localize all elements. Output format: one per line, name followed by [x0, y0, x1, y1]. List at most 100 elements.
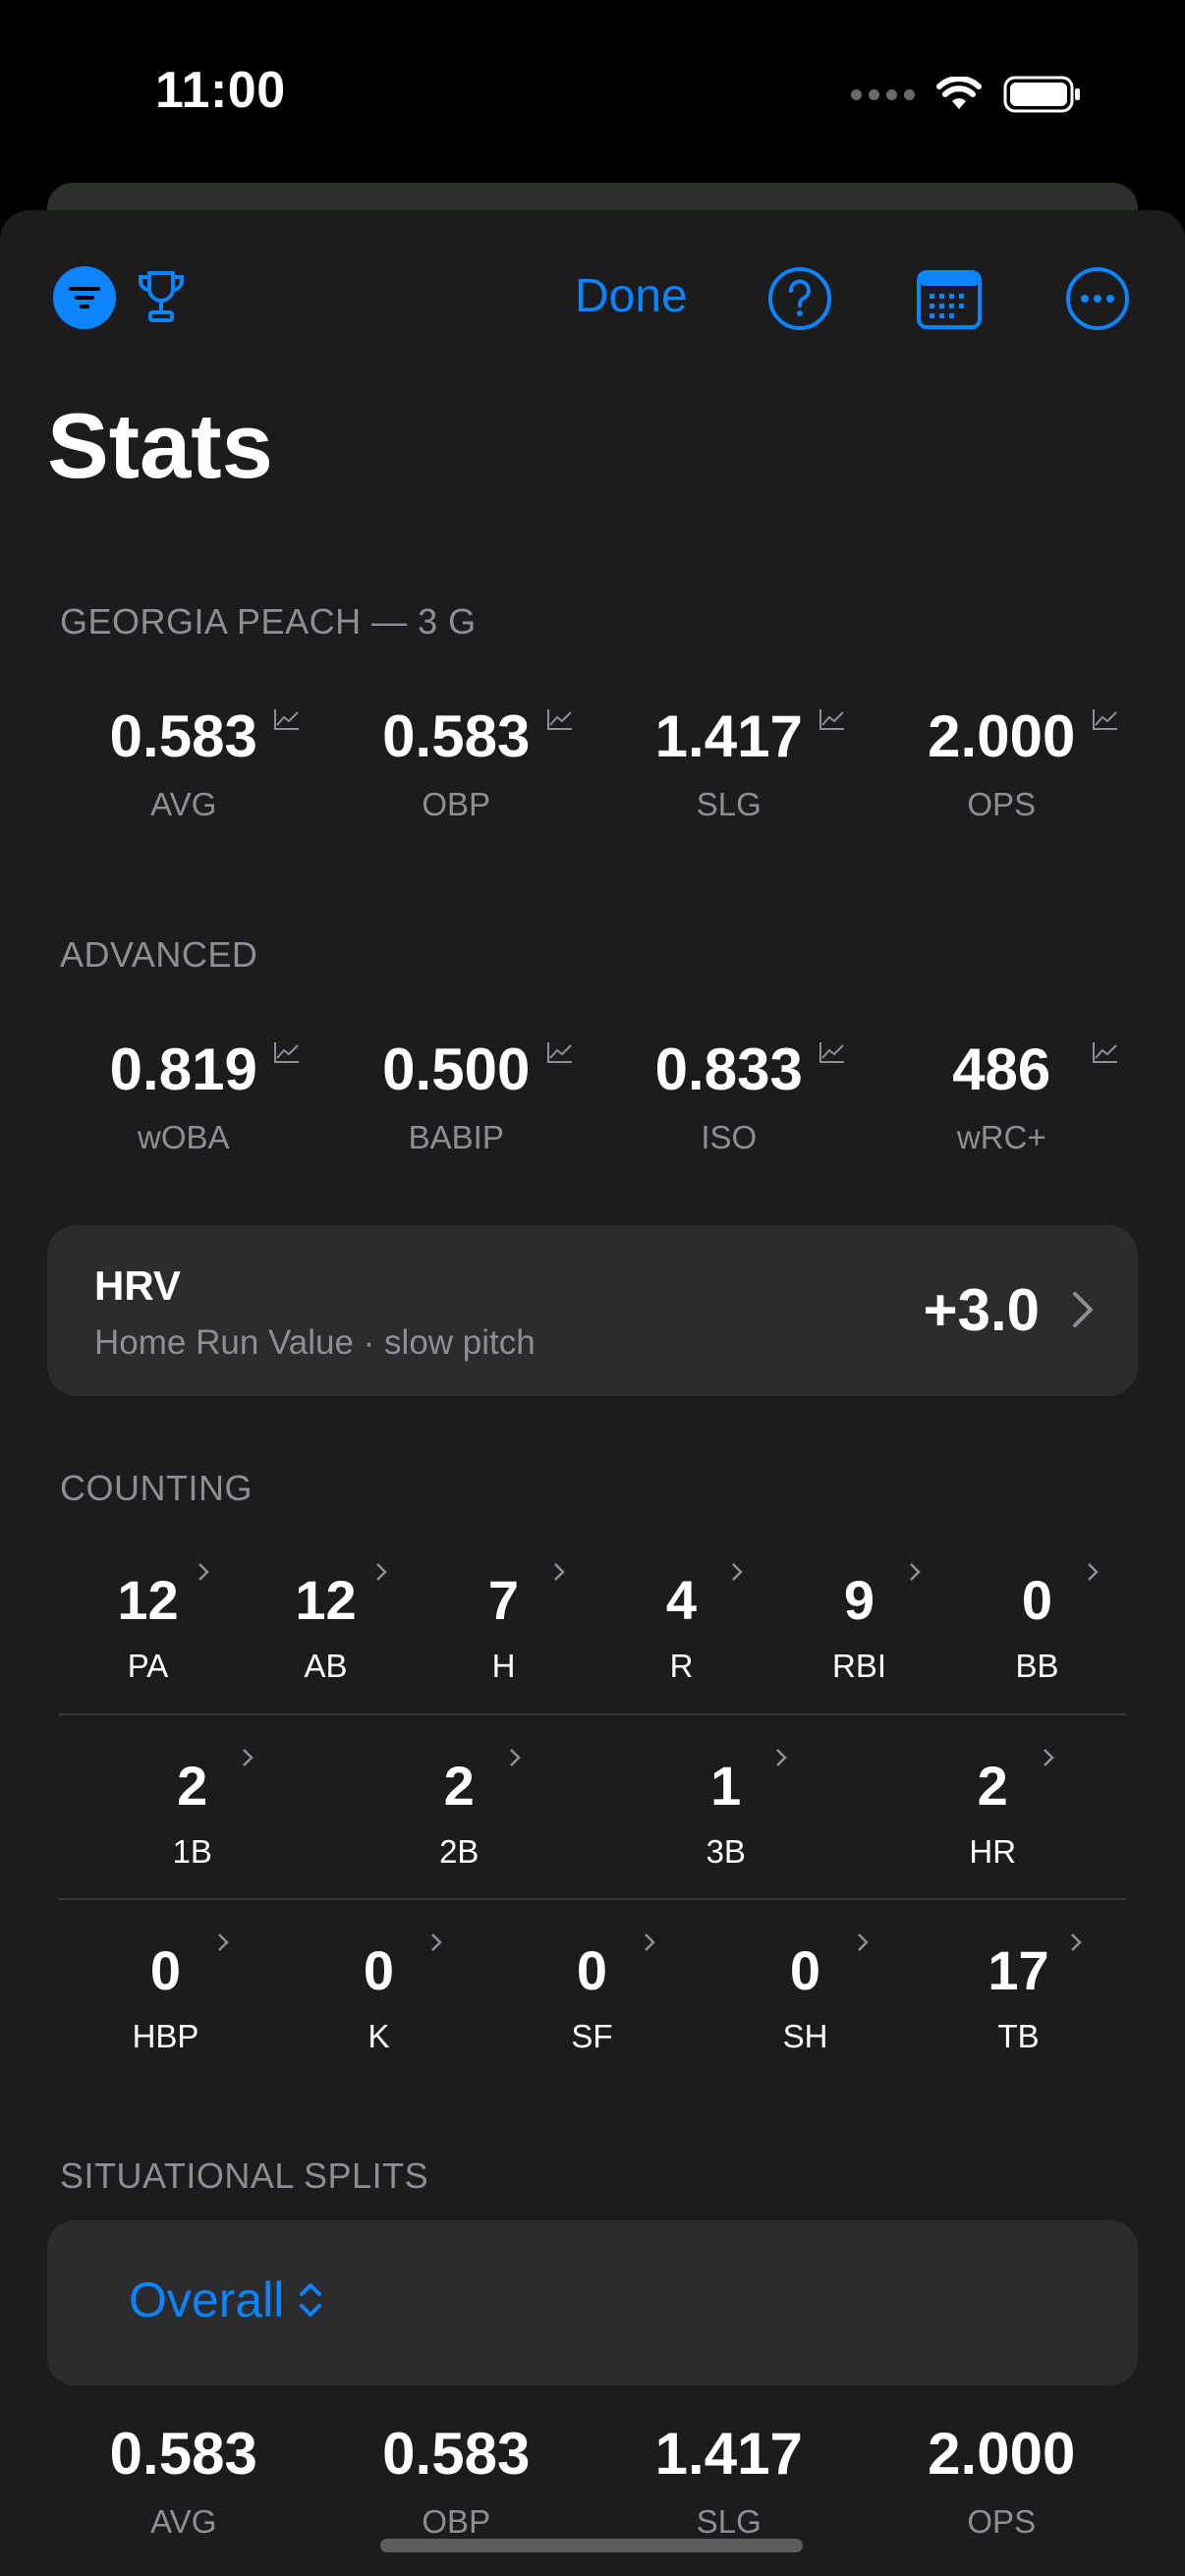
stat-caption: BABIP: [408, 1119, 504, 1155]
section-label-team: GEORGIA PEACH — 3 G: [60, 601, 477, 642]
hrv-card[interactable]: HRV Home Run Value · slow pitch +3.0: [47, 1225, 1138, 1396]
stat-caption: ISO: [701, 1119, 758, 1155]
status-bar: 11:00: [0, 0, 1185, 187]
trend-icon: [1092, 709, 1117, 730]
hrv-title: HRV: [94, 1262, 181, 1309]
help-icon[interactable]: [767, 266, 832, 331]
trend-icon: [819, 709, 844, 730]
stat-h[interactable]: 7 H: [415, 1563, 592, 1685]
chevron-right-icon: [554, 1563, 565, 1581]
stat-caption: R: [669, 1648, 694, 1684]
stat-caption: HBP: [132, 2018, 199, 2054]
stat-value: 0.583: [109, 2421, 257, 2487]
stat-babip[interactable]: 0.500 BABIP: [320, 1040, 593, 1188]
split-stat-ops: 2.000 OPS: [866, 2425, 1139, 2572]
stat-caption: BB: [1015, 1648, 1059, 1684]
advanced-stats: 0.819 wOBA 0.500 BABIP 0.833 ISO 486 wRC…: [47, 1040, 1138, 1188]
stat-value: 1: [710, 1755, 742, 1817]
stat-pa[interactable]: 12 PA: [59, 1563, 237, 1685]
stat-caption: 3B: [705, 1833, 746, 1870]
stat-rbi[interactable]: 9 RBI: [770, 1563, 948, 1685]
trend-icon: [1092, 1042, 1117, 1063]
row-divider: [59, 1898, 1126, 1900]
counting-row-2: 2 1B 2 2B 1 3B 2 HR: [59, 1749, 1127, 1871]
trend-icon: [546, 709, 572, 730]
stat-r[interactable]: 4 R: [592, 1563, 770, 1685]
split-stat-avg: 0.583 AVG: [47, 2425, 320, 2572]
battery-icon: [1003, 76, 1080, 113]
home-indicator[interactable]: [380, 2539, 803, 2552]
stat-value: 1.417: [654, 2421, 803, 2487]
chevron-up-down-icon: [300, 2283, 322, 2317]
splits-picker[interactable]: Overall: [129, 2271, 325, 2328]
filter-icon: [69, 287, 100, 308]
stat-caption: wRC+: [956, 1119, 1046, 1155]
stat-tb[interactable]: 17 TB: [912, 1933, 1125, 2055]
trend-icon: [546, 1042, 572, 1063]
chevron-right-icon: [218, 1933, 229, 1951]
stat-caption: AVG: [150, 2503, 217, 2540]
trophy-icon[interactable]: [136, 267, 187, 326]
stat-sh[interactable]: 0 SH: [699, 1933, 912, 2055]
section-label-advanced: ADVANCED: [60, 934, 258, 975]
stat-ops[interactable]: 2.000 OPS: [866, 707, 1139, 855]
chevron-right-icon: [776, 1749, 787, 1766]
stat-2b[interactable]: 2 2B: [326, 1749, 593, 1871]
stat-iso[interactable]: 0.833 ISO: [592, 1040, 866, 1188]
counting-row-3: 0 HBP 0 K 0 SF 0 SH 17 TB: [59, 1933, 1126, 2055]
stat-caption: TB: [997, 2018, 1040, 2054]
stat-value: 17: [988, 1939, 1049, 2001]
splits-card: Overall: [47, 2220, 1138, 2385]
stat-sf[interactable]: 0 SF: [485, 1933, 699, 2055]
stat-value: 0: [363, 1939, 395, 2001]
section-label-splits: SITUATIONAL SPLITS: [60, 2156, 429, 2196]
page-title: Stats: [47, 394, 273, 497]
hrv-value: +3.0: [923, 1277, 1040, 1343]
stat-slg[interactable]: 1.417 SLG: [592, 707, 866, 855]
trend-icon: [819, 1042, 844, 1063]
stat-caption: OBP: [422, 786, 491, 822]
wifi-icon: [936, 77, 982, 109]
stat-1b[interactable]: 2 1B: [59, 1749, 326, 1871]
filter-button[interactable]: [53, 266, 116, 329]
more-icon[interactable]: [1065, 266, 1130, 331]
stat-caption: PA: [127, 1648, 169, 1684]
stat-caption: OPS: [967, 2503, 1037, 2540]
stat-hbp[interactable]: 0 HBP: [59, 1933, 272, 2055]
chevron-right-icon: [509, 1749, 521, 1766]
stat-value: 0: [789, 1939, 821, 2001]
stat-caption: 1B: [172, 1833, 212, 1870]
stat-woba[interactable]: 0.819 wOBA: [47, 1040, 320, 1188]
stat-value: 2: [177, 1755, 208, 1817]
stat-obp[interactable]: 0.583 OBP: [320, 707, 593, 855]
chevron-right-icon: [1071, 1933, 1082, 1951]
chevron-right-icon: [910, 1563, 921, 1581]
stat-value: 0: [149, 1939, 182, 2001]
chevron-right-icon: [243, 1749, 254, 1766]
stat-hr[interactable]: 2 HR: [860, 1749, 1127, 1871]
stat-avg[interactable]: 0.583 AVG: [47, 707, 320, 855]
stats-sheet: Done Stats GEORGIA PEACH — 3 G 0.583 AVG: [0, 210, 1185, 2576]
stat-caption: AB: [304, 1648, 348, 1684]
calendar-icon[interactable]: [916, 266, 983, 331]
stat-k[interactable]: 0 K: [272, 1933, 485, 2055]
stat-caption: K: [367, 2018, 390, 2054]
stat-ab[interactable]: 12 AB: [237, 1563, 415, 1685]
stat-caption: HR: [969, 1833, 1017, 1870]
team-stats: 0.583 AVG 0.583 OBP 1.417 SLG 2.000 OPS: [47, 707, 1138, 855]
stat-3b[interactable]: 1 3B: [592, 1749, 860, 1871]
stat-wrc-plus[interactable]: 486 wRC+: [866, 1040, 1139, 1188]
chevron-right-icon: [1043, 1749, 1054, 1766]
stat-value: 2: [443, 1755, 475, 1817]
stat-caption: SF: [571, 2018, 613, 2054]
stat-bb[interactable]: 0 BB: [948, 1563, 1126, 1685]
counting-row-1: 12 PA 12 AB 7 H 4 R 9 RBI 0 BB: [59, 1563, 1126, 1685]
row-divider: [59, 1713, 1126, 1715]
stat-value: 0: [576, 1939, 608, 2001]
done-button[interactable]: Done: [575, 269, 688, 323]
stat-caption: H: [491, 1648, 516, 1684]
chevron-right-icon: [198, 1563, 209, 1581]
splits-picker-label: Overall: [129, 2272, 285, 2327]
stat-caption: AVG: [150, 786, 217, 822]
hrv-subtitle: Home Run Value · slow pitch: [94, 1323, 536, 1362]
